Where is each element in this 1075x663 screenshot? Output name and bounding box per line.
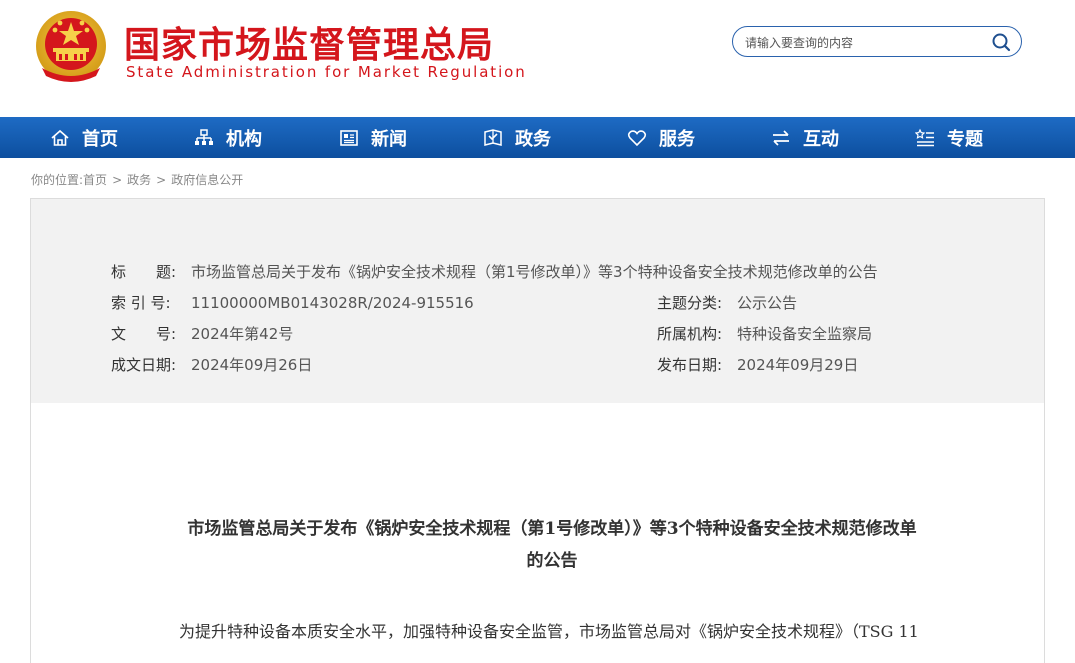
nav-item-government[interactable]: 政务 [483,117,551,158]
breadcrumb-disclosure[interactable]: 政府信息公开 [171,173,243,187]
site-subtitle: State Administration for Market Regulati… [126,63,527,81]
search-box [732,26,1022,57]
nav-item-topics[interactable]: 专题 [915,117,983,158]
article-title: 市场监管总局关于发布《锅炉安全技术规程（第1号修改单）》等3个特种设备安全技术规… [187,519,917,571]
org-icon [195,128,213,145]
nav-item-home[interactable]: 首页 [50,117,118,158]
breadcrumb-separator: > [156,173,167,187]
meta-doc-label: 文 号: [111,325,177,343]
meta-index-value: 11100000MB0143028R/2024-915516 [191,294,474,312]
meta-published-value: 2024年09月29日 [737,356,859,374]
meta-title-value: 市场监管总局关于发布《锅炉安全技术规程（第1号修改单）》等3个特种设备安全技术规… [191,263,878,281]
meta-topic-row: 主题分类: 公示公告 [657,292,797,313]
meta-org-label: 所属机构: [657,325,723,343]
nav-label: 机构 [226,128,262,150]
nav-label: 新闻 [371,128,407,150]
breadcrumb-government[interactable]: 政务 [127,173,151,187]
nav-item-service[interactable]: 服务 [627,117,695,158]
meta-topic-label: 主题分类: [657,294,723,312]
search-input[interactable] [743,31,987,55]
meta-index-label: 索 引 号: [111,294,171,312]
meta-created-label: 成文日期: [111,356,177,374]
site-title[interactable]: 国家市场监督管理总局 [124,16,494,68]
meta-org-row: 所属机构: 特种设备安全监察局 [657,323,872,344]
meta-published-label: 发布日期: [657,356,723,374]
government-icon [484,128,502,146]
nav-item-news[interactable]: 新闻 [339,117,407,158]
news-icon [340,129,358,146]
nav-label: 服务 [659,128,695,150]
main-nav: 首页 机构 新闻 政务 服务 互动 专题 [0,117,1075,158]
article-content: 市场监管总局关于发布《锅炉安全技术规程（第1号修改单）》等3个特种设备安全技术规… [30,403,1045,663]
breadcrumb-prefix: 你的位置: [31,173,84,187]
nav-item-interaction[interactable]: 互动 [771,117,839,158]
meta-created-row: 成文日期: 2024年09月26日 [111,354,312,375]
home-icon [51,129,69,146]
nav-item-org[interactable]: 机构 [194,117,262,158]
meta-created-value: 2024年09月26日 [191,356,313,374]
breadcrumb-home[interactable]: 首页 [83,173,107,187]
document-metadata: 标 题: 市场监管总局关于发布《锅炉安全技术规程（第1号修改单）》等3个特种设备安… [30,198,1045,404]
site-header: 国家市场监督管理总局 State Administration for Mark… [0,0,1075,117]
meta-topic-value: 公示公告 [737,294,798,312]
meta-doc-value: 2024年第42号 [191,325,294,343]
meta-index-row: 索 引 号: 11100000MB0143028R/2024-915516 [111,292,474,313]
nav-label: 专题 [947,128,983,150]
article-paragraph: 为提升特种设备本质安全水平，加强特种设备安全监管，市场监管总局对《锅炉安全技术规… [179,622,919,641]
meta-doc-row: 文 号: 2024年第42号 [111,323,293,344]
nav-label: 政务 [515,128,551,150]
topics-icon [915,128,934,146]
breadcrumb: 你的位置:首页 > 政务 > 政府信息公开 [31,171,243,188]
nav-label: 首页 [82,128,118,150]
exchange-icon [773,129,789,146]
meta-org-value: 特种设备安全监察局 [737,325,873,343]
meta-title-label: 标 题: [111,263,177,281]
search-icon[interactable] [991,32,1011,52]
meta-published-row: 发布日期: 2024年09月29日 [657,354,858,375]
heart-icon [627,129,647,146]
national-emblem-icon[interactable] [34,10,108,86]
meta-title-row: 标 题: 市场监管总局关于发布《锅炉安全技术规程（第1号修改单）》等3个特种设备安… [111,261,878,282]
nav-label: 互动 [803,128,839,150]
breadcrumb-separator: > [112,173,123,187]
